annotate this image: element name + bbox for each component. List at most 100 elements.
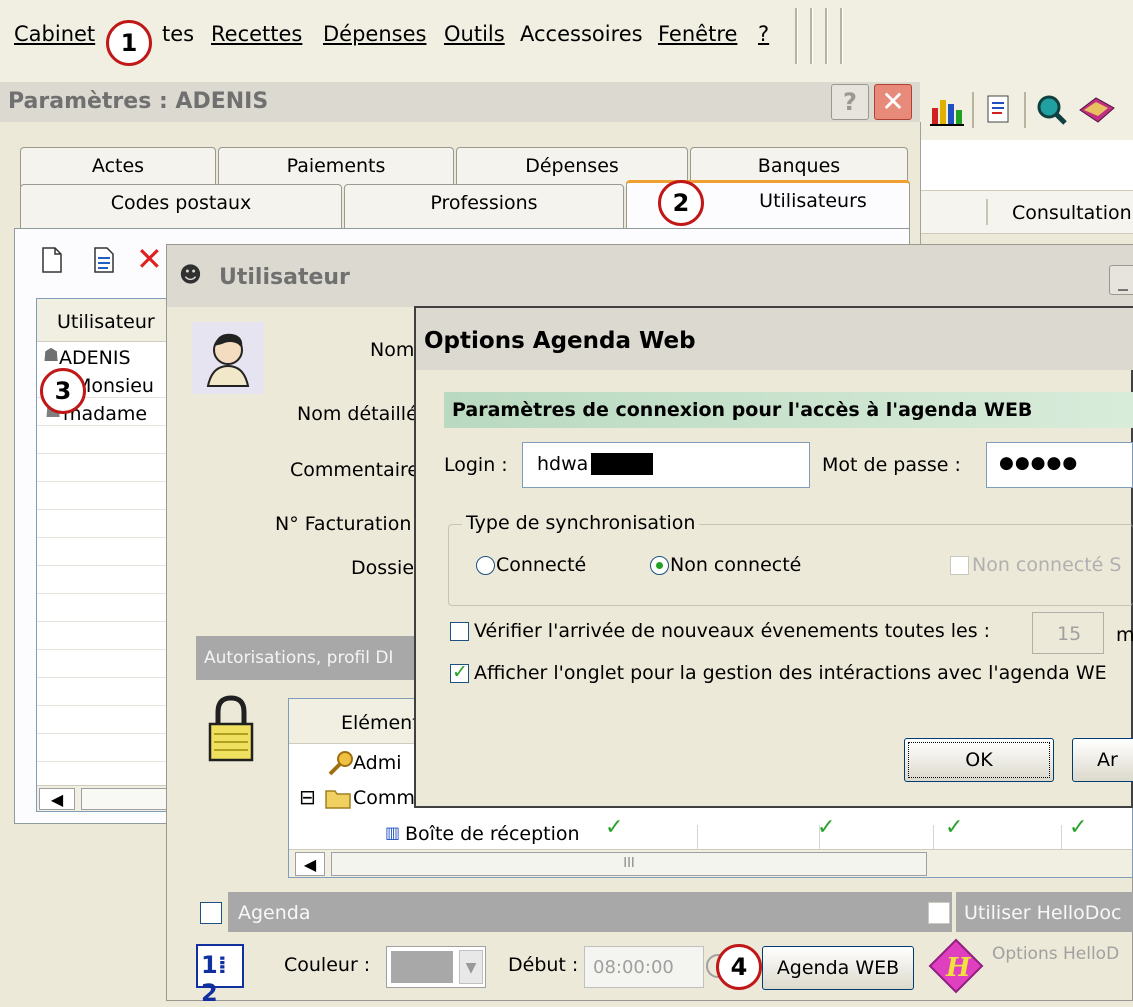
ok-button-label: OK [965,749,993,771]
tree-item-label[interactable]: Boîte de réception [405,823,580,845]
user-window-icon: ☻ [179,263,202,288]
verify-interval-field[interactable]: 15 [1032,612,1104,654]
show-tab-label[interactable]: Afficher l'onglet pour la gestion des in… [474,662,1107,684]
debut-field[interactable]: 08:00:00 [584,946,704,988]
radio-connecte-label[interactable]: Connecté [496,554,586,576]
menu-recettes[interactable]: Recettes [211,22,302,46]
tree-item-label[interactable]: Comm [353,787,415,809]
search-icon[interactable] [1036,94,1068,126]
menu-fenetre[interactable]: Fenêtre [658,22,737,46]
column-separator [986,199,988,225]
help-button[interactable]: ? [831,84,869,120]
verify-label[interactable]: Vérifier l'arrivée de nouveaux évenement… [474,620,990,642]
scroll-left-icon[interactable]: ◀ [295,852,325,876]
login-field[interactable]: hdwa [522,442,810,488]
check-icon[interactable]: ✓ [1069,815,1087,840]
close-button[interactable]: ✕ [874,84,912,120]
user-name: ADENIS [59,347,131,369]
menu-cabinet[interactable]: Cabinet [14,22,95,46]
user-name: Monsieu [75,375,154,397]
horizontal-scrollbar[interactable]: ◀ [37,785,169,811]
user-window-title: Utilisateur [219,265,350,290]
menu-separator [810,8,813,64]
debut-value: 08:00:00 [593,957,674,978]
close-icon: ✕ [881,85,905,118]
agenda-checkbox[interactable] [200,902,222,924]
hellodoc-checkbox[interactable] [928,902,950,924]
tree-item-label[interactable]: Admi [353,752,402,774]
calendar-icon: 1⁞2 [196,944,244,1007]
bar-chart-icon[interactable] [930,94,964,126]
login-value: hdwa [537,453,589,475]
agenda-header: Agenda [228,892,952,932]
tab-professions[interactable]: Professions [344,184,624,228]
menu-actes[interactable]: tes [162,22,194,46]
couleur-label: Couleur : [284,954,371,976]
verify-unit-label: m [1116,624,1133,646]
tab-label: Paiements [286,155,386,177]
password-field[interactable]: ●●●●● [986,442,1133,488]
scroll-left-icon[interactable]: ◀ [39,788,75,810]
couleur-select[interactable]: ▼ [386,946,486,988]
tab-label: Utilisateurs [759,190,867,212]
tab-label: Professions [430,192,538,214]
new-icon[interactable] [40,246,64,274]
autorisations-header-label: Autorisations, profil DI [204,648,394,668]
nom-detaille-label: Nom détaillé [297,403,418,425]
verify-checkbox[interactable] [450,622,469,641]
minimize-icon: _ [1118,267,1128,291]
delete-icon[interactable]: ✕ [136,243,166,275]
nom-label: Nom [370,339,415,361]
consultation-header-label[interactable]: Consultation [1012,202,1132,224]
menu-separator [840,8,843,64]
menu-accessoires[interactable]: Accessoires [520,22,643,46]
user-icon: ☗ [43,345,60,366]
list-item[interactable]: ☗ ADENIS [37,343,169,371]
cancel-button[interactable]: Ar [1072,738,1133,782]
radio-non-connecte[interactable] [650,556,669,575]
tab-actes[interactable]: Actes [20,147,216,187]
radio-connecte[interactable] [476,556,495,575]
facturation-label: N° Facturation [275,513,412,535]
scroll-thumb[interactable] [81,788,169,810]
tab-codes-postaux[interactable]: Codes postaux [20,184,342,228]
section-header: Paramètres de connexion pour l'accès à l… [444,392,1133,428]
user-list-header[interactable]: Utilisateur [37,299,169,342]
scroll-thumb[interactable]: III [331,852,927,876]
toolbar-separator [1024,92,1026,128]
redaction-box [591,453,653,475]
agenda-web-button[interactable]: Agenda WEB [762,946,914,990]
hellodoc-icon[interactable]: H [928,938,984,994]
check-icon[interactable]: ✓ [945,815,963,840]
chevron-down-icon[interactable]: ▼ [459,950,483,984]
section-header-label: Paramètres de connexion pour l'accès à l… [452,399,1033,421]
login-label: Login : [444,454,508,476]
edit-icon[interactable] [92,246,116,274]
user-title-bar: ☻ Utilisateur _ [167,245,1133,307]
non-connecte-s-checkbox[interactable] [950,556,969,575]
params-title-bar: Paramètres : ADENIS ? ✕ [0,82,920,122]
help-button-label: ? [843,88,857,116]
book-icon[interactable] [1076,94,1116,126]
check-icon[interactable]: ✓ [817,815,835,840]
non-connecte-s-label[interactable]: Non connecté S [972,554,1121,576]
minimize-button[interactable]: _ [1109,265,1133,295]
consultation-column-header: Consultation [920,190,1133,234]
ok-button[interactable]: OK [904,738,1054,782]
menu-help[interactable]: ? [758,22,769,46]
menu-outils[interactable]: Outils [444,22,505,46]
menu-depenses[interactable]: Dépenses [323,22,426,46]
verify-interval-value: 15 [1057,623,1082,645]
user-list-header-label: Utilisateur [57,311,155,333]
collapse-icon[interactable]: ⊟ [299,785,316,809]
radio-non-connecte-label[interactable]: Non connecté [670,554,801,576]
show-tab-checkbox[interactable] [450,661,469,683]
tab-paiements[interactable]: Paiements [218,147,454,187]
document-icon[interactable] [984,94,1014,126]
check-icon[interactable]: ✓ [605,815,623,840]
toolbar-separator [972,92,974,128]
options-hellodoc-label[interactable]: Options HelloD [992,944,1119,964]
folder-icon [325,787,351,809]
tree-horizontal-scrollbar[interactable]: ◀ III [289,849,1132,877]
cancel-button-label: Ar [1097,749,1118,771]
